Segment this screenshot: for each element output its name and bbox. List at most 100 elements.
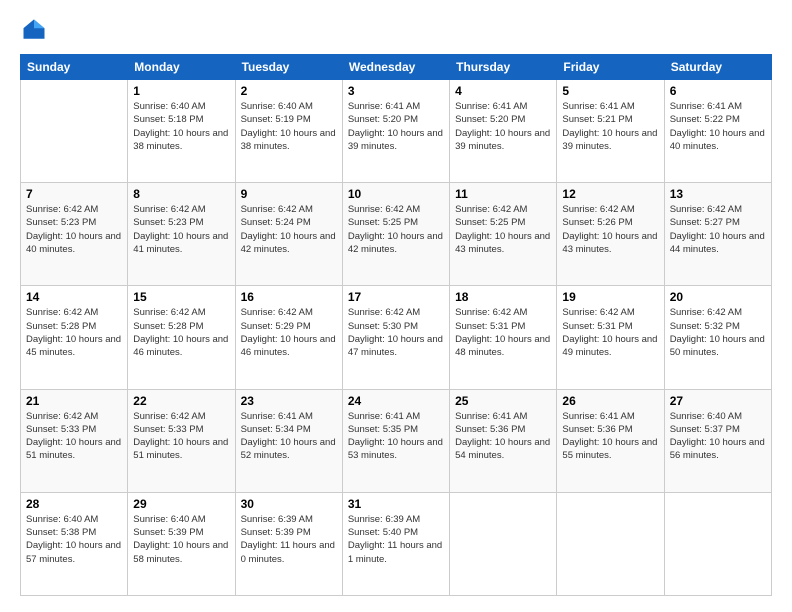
day-info: Sunrise: 6:42 AMSunset: 5:23 PMDaylight:… <box>26 203 122 256</box>
day-number: 28 <box>26 497 122 511</box>
day-number: 29 <box>133 497 229 511</box>
calendar-cell: 20 Sunrise: 6:42 AMSunset: 5:32 PMDayligh… <box>664 286 771 389</box>
calendar-table: SundayMondayTuesdayWednesdayThursdayFrid… <box>20 54 772 596</box>
day-number: 19 <box>562 290 658 304</box>
day-number: 5 <box>562 84 658 98</box>
day-number: 24 <box>348 394 444 408</box>
day-number: 22 <box>133 394 229 408</box>
day-info: Sunrise: 6:41 AMSunset: 5:22 PMDaylight:… <box>670 100 766 153</box>
calendar-cell: 15Sunrise: 6:42 AMSunset: 5:28 PMDayligh… <box>128 286 235 389</box>
calendar-cell: 2 Sunrise: 6:40 AMSunset: 5:19 PMDaylight… <box>235 80 342 183</box>
logo-icon <box>20 16 48 44</box>
day-info: Sunrise: 6:39 AMSunset: 5:39 PMDaylight:… <box>241 513 337 566</box>
calendar-cell <box>450 492 557 595</box>
week-row-2: 14 Sunrise: 6:42 AMSunset: 5:28 PMDayligh… <box>21 286 772 389</box>
calendar-cell: 14 Sunrise: 6:42 AMSunset: 5:28 PMDayligh… <box>21 286 128 389</box>
day-info: Sunrise: 6:42 AMSunset: 5:33 PMDaylight:… <box>133 410 229 463</box>
day-number: 13 <box>670 187 766 201</box>
week-row-0: 1 Sunrise: 6:40 AMSunset: 5:18 PMDaylight… <box>21 80 772 183</box>
day-info: Sunrise: 6:42 AMSunset: 5:27 PMDaylight:… <box>670 203 766 256</box>
day-info: Sunrise: 6:40 AMSunset: 5:39 PMDaylight:… <box>133 513 229 566</box>
day-info: Sunrise: 6:42 AMSunset: 5:33 PMDaylight:… <box>26 410 122 463</box>
calendar-cell: 5 Sunrise: 6:41 AMSunset: 5:21 PMDaylight… <box>557 80 664 183</box>
header <box>20 16 772 44</box>
day-info: Sunrise: 6:40 AMSunset: 5:18 PMDaylight:… <box>133 100 229 153</box>
col-header-sunday: Sunday <box>21 55 128 80</box>
calendar-cell: 27Sunrise: 6:40 AMSunset: 5:37 PMDayligh… <box>664 389 771 492</box>
col-header-friday: Friday <box>557 55 664 80</box>
week-row-1: 7 Sunrise: 6:42 AMSunset: 5:23 PMDaylight… <box>21 183 772 286</box>
calendar-body: 1 Sunrise: 6:40 AMSunset: 5:18 PMDaylight… <box>21 80 772 596</box>
calendar-cell: 3Sunrise: 6:41 AMSunset: 5:20 PMDaylight… <box>342 80 449 183</box>
day-info: Sunrise: 6:41 AMSunset: 5:20 PMDaylight:… <box>455 100 551 153</box>
day-info: Sunrise: 6:42 AMSunset: 5:32 PMDaylight:… <box>670 306 766 359</box>
day-number: 10 <box>348 187 444 201</box>
calendar-cell: 19 Sunrise: 6:42 AMSunset: 5:31 PMDayligh… <box>557 286 664 389</box>
col-header-tuesday: Tuesday <box>235 55 342 80</box>
calendar-cell: 9Sunrise: 6:42 AMSunset: 5:24 PMDaylight… <box>235 183 342 286</box>
calendar-cell: 30 Sunrise: 6:39 AMSunset: 5:39 PMDayligh… <box>235 492 342 595</box>
day-number: 1 <box>133 84 229 98</box>
week-row-4: 28 Sunrise: 6:40 AMSunset: 5:38 PMDayligh… <box>21 492 772 595</box>
day-number: 6 <box>670 84 766 98</box>
calendar-cell: 18 Sunrise: 6:42 AMSunset: 5:31 PMDayligh… <box>450 286 557 389</box>
day-info: Sunrise: 6:42 AMSunset: 5:31 PMDaylight:… <box>455 306 551 359</box>
day-info: Sunrise: 6:42 AMSunset: 5:25 PMDaylight:… <box>455 203 551 256</box>
calendar-cell: 16 Sunrise: 6:42 AMSunset: 5:29 PMDayligh… <box>235 286 342 389</box>
day-number: 18 <box>455 290 551 304</box>
logo <box>20 16 52 44</box>
calendar-cell: 17Sunrise: 6:42 AMSunset: 5:30 PMDayligh… <box>342 286 449 389</box>
day-number: 27 <box>670 394 766 408</box>
day-info: Sunrise: 6:39 AMSunset: 5:40 PMDaylight:… <box>348 513 444 566</box>
day-info: Sunrise: 6:42 AMSunset: 5:28 PMDaylight:… <box>26 306 122 359</box>
col-header-monday: Monday <box>128 55 235 80</box>
week-row-3: 21Sunrise: 6:42 AMSunset: 5:33 PMDayligh… <box>21 389 772 492</box>
calendar-cell <box>21 80 128 183</box>
day-number: 2 <box>241 84 337 98</box>
calendar-cell: 21Sunrise: 6:42 AMSunset: 5:33 PMDayligh… <box>21 389 128 492</box>
day-number: 4 <box>455 84 551 98</box>
calendar-cell: 26 Sunrise: 6:41 AMSunset: 5:36 PMDayligh… <box>557 389 664 492</box>
day-number: 25 <box>455 394 551 408</box>
day-info: Sunrise: 6:42 AMSunset: 5:28 PMDaylight:… <box>133 306 229 359</box>
day-number: 11 <box>455 187 551 201</box>
calendar-cell <box>664 492 771 595</box>
day-info: Sunrise: 6:42 AMSunset: 5:31 PMDaylight:… <box>562 306 658 359</box>
day-number: 30 <box>241 497 337 511</box>
col-header-wednesday: Wednesday <box>342 55 449 80</box>
day-info: Sunrise: 6:41 AMSunset: 5:35 PMDaylight:… <box>348 410 444 463</box>
day-info: Sunrise: 6:41 AMSunset: 5:36 PMDaylight:… <box>562 410 658 463</box>
day-number: 7 <box>26 187 122 201</box>
header-row: SundayMondayTuesdayWednesdayThursdayFrid… <box>21 55 772 80</box>
day-number: 14 <box>26 290 122 304</box>
day-number: 26 <box>562 394 658 408</box>
page: SundayMondayTuesdayWednesdayThursdayFrid… <box>0 0 792 612</box>
day-number: 20 <box>670 290 766 304</box>
day-number: 9 <box>241 187 337 201</box>
day-info: Sunrise: 6:42 AMSunset: 5:30 PMDaylight:… <box>348 306 444 359</box>
day-info: Sunrise: 6:41 AMSunset: 5:21 PMDaylight:… <box>562 100 658 153</box>
day-info: Sunrise: 6:42 AMSunset: 5:29 PMDaylight:… <box>241 306 337 359</box>
calendar-header: SundayMondayTuesdayWednesdayThursdayFrid… <box>21 55 772 80</box>
calendar-cell: 28 Sunrise: 6:40 AMSunset: 5:38 PMDayligh… <box>21 492 128 595</box>
calendar-cell: 29 Sunrise: 6:40 AMSunset: 5:39 PMDayligh… <box>128 492 235 595</box>
calendar-cell: 8 Sunrise: 6:42 AMSunset: 5:23 PMDaylight… <box>128 183 235 286</box>
day-number: 16 <box>241 290 337 304</box>
day-number: 8 <box>133 187 229 201</box>
calendar-cell: 12 Sunrise: 6:42 AMSunset: 5:26 PMDayligh… <box>557 183 664 286</box>
calendar-cell: 10 Sunrise: 6:42 AMSunset: 5:25 PMDayligh… <box>342 183 449 286</box>
day-info: Sunrise: 6:42 AMSunset: 5:23 PMDaylight:… <box>133 203 229 256</box>
col-header-saturday: Saturday <box>664 55 771 80</box>
day-number: 3 <box>348 84 444 98</box>
calendar-cell: 25 Sunrise: 6:41 AMSunset: 5:36 PMDayligh… <box>450 389 557 492</box>
day-info: Sunrise: 6:42 AMSunset: 5:26 PMDaylight:… <box>562 203 658 256</box>
day-info: Sunrise: 6:40 AMSunset: 5:19 PMDaylight:… <box>241 100 337 153</box>
day-info: Sunrise: 6:42 AMSunset: 5:25 PMDaylight:… <box>348 203 444 256</box>
calendar-cell: 23Sunrise: 6:41 AMSunset: 5:34 PMDayligh… <box>235 389 342 492</box>
calendar-cell: 24 Sunrise: 6:41 AMSunset: 5:35 PMDayligh… <box>342 389 449 492</box>
calendar-cell: 7 Sunrise: 6:42 AMSunset: 5:23 PMDaylight… <box>21 183 128 286</box>
day-number: 12 <box>562 187 658 201</box>
day-info: Sunrise: 6:41 AMSunset: 5:36 PMDaylight:… <box>455 410 551 463</box>
day-info: Sunrise: 6:40 AMSunset: 5:38 PMDaylight:… <box>26 513 122 566</box>
day-info: Sunrise: 6:41 AMSunset: 5:34 PMDaylight:… <box>241 410 337 463</box>
